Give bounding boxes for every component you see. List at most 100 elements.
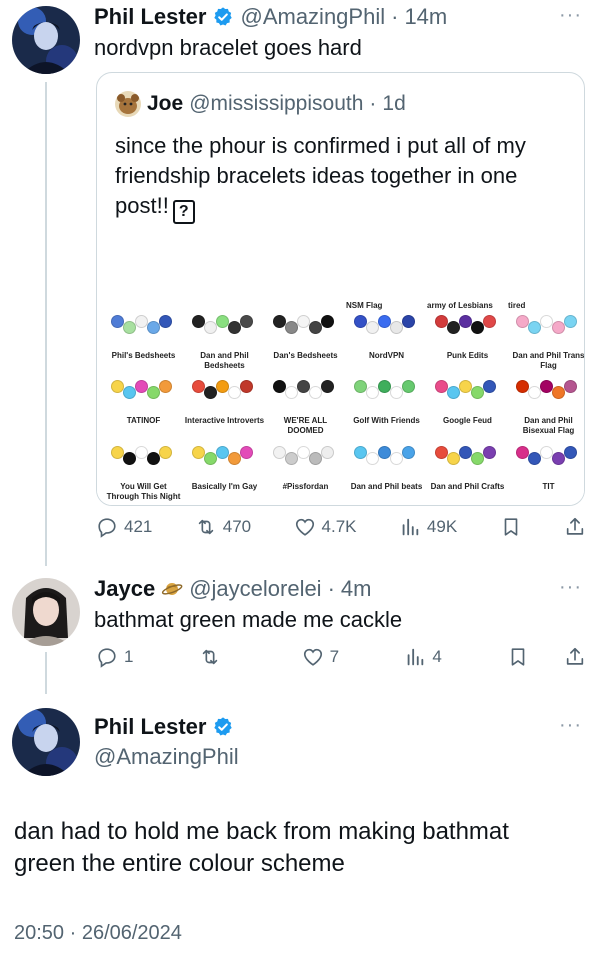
quote-author-name[interactable]: Joe	[147, 92, 183, 116]
bracelet-label: tired	[508, 301, 526, 310]
bead	[390, 452, 403, 465]
reply-button[interactable]: 1	[96, 646, 164, 668]
bead	[447, 321, 460, 334]
tweet-time[interactable]: 4m	[341, 576, 372, 602]
like-button[interactable]: 7	[302, 646, 370, 668]
bracelet-label: army of Lesbians	[427, 301, 493, 310]
bracelet-label: Dan and Phil Bisexual Flag	[522, 416, 575, 435]
bracelet-label: Google Feud	[443, 416, 492, 425]
share-button[interactable]	[564, 516, 586, 538]
bracelet-cell: Dan and Phil Crafts	[427, 444, 508, 505]
author-handle[interactable]: @AmazingPhil	[94, 744, 239, 770]
bead	[471, 321, 484, 334]
quote-time[interactable]: 1d	[382, 92, 405, 116]
bracelet-beads	[273, 446, 338, 466]
bracelet-cell: Dan's Bedsheets	[265, 313, 346, 381]
like-button[interactable]: 4.7K	[294, 516, 357, 538]
bead	[240, 315, 253, 328]
tweet-time[interactable]: 14m	[404, 4, 447, 30]
bracelet-beads	[192, 446, 257, 466]
author-name[interactable]: Phil Lester	[94, 714, 206, 740]
tweet1-header: Phil Lester @AmazingPhil · 14m	[94, 4, 448, 30]
author-name[interactable]: Phil Lester	[94, 4, 206, 30]
bead	[204, 321, 217, 334]
quote-author-handle[interactable]: @mississippisouth	[189, 92, 363, 116]
bracelet-beads	[354, 380, 419, 400]
bookmark-button[interactable]	[500, 516, 522, 538]
verified-badge-icon	[214, 7, 233, 26]
bracelet-beads	[111, 380, 176, 400]
bookmark-icon	[511, 648, 525, 666]
tweet3-handle-row: @AmazingPhil	[94, 744, 239, 770]
bracelet-label: Dan's Bedsheets	[273, 351, 338, 360]
bead	[159, 446, 172, 459]
bracelet-beads	[435, 315, 500, 335]
bracelet-beads	[516, 446, 581, 466]
retweet-icon	[198, 519, 214, 535]
bracelet-beads	[111, 315, 176, 335]
retweet-button[interactable]: 470	[195, 516, 251, 538]
jayce-avatar[interactable]	[12, 578, 80, 646]
tweet-text: bathmat green made me cackle	[94, 607, 403, 632]
bead	[123, 321, 136, 334]
share-icon	[566, 517, 584, 535]
bead	[402, 446, 415, 459]
bead	[483, 380, 496, 393]
bead	[402, 315, 415, 328]
reply-icon	[98, 648, 116, 668]
bead	[228, 386, 241, 399]
bead	[471, 386, 484, 399]
bracelet-label: TIT	[542, 482, 555, 491]
bead	[285, 321, 298, 334]
bookmark-button[interactable]	[507, 646, 529, 668]
bookmark-icon	[504, 518, 517, 536]
bead	[528, 452, 541, 465]
author-name[interactable]: Jayce	[94, 576, 155, 602]
bead	[483, 315, 496, 328]
bead	[159, 315, 172, 328]
more-options-icon[interactable]: ···	[559, 4, 582, 27]
bead	[528, 386, 541, 399]
bead	[309, 452, 322, 465]
joe-avatar	[115, 91, 141, 117]
reply-button[interactable]: 421	[96, 516, 152, 538]
views-button[interactable]: 4	[404, 646, 472, 668]
bracelet-label: Golf With Friends	[353, 416, 420, 425]
bracelet-beads	[516, 315, 581, 335]
bead	[309, 321, 322, 334]
bracelet-beads	[192, 380, 257, 400]
tweet1-actions: 421 470 4.7K 49K	[96, 516, 586, 538]
share-button[interactable]	[564, 646, 586, 668]
phil-avatar[interactable]	[12, 708, 80, 776]
bead	[564, 446, 577, 459]
bead	[204, 452, 217, 465]
verified-badge-icon	[214, 717, 233, 736]
bracelet-label: NordVPN	[368, 351, 405, 360]
bead	[321, 315, 334, 328]
more-options-icon[interactable]: ···	[559, 714, 582, 737]
bead	[240, 380, 253, 393]
bracelet-beads	[354, 315, 419, 335]
bracelet-beads	[435, 380, 500, 400]
bracelet-cell: TATINOF	[103, 378, 184, 446]
bead	[447, 386, 460, 399]
tweet-text: dan had to hold me back from making bath…	[14, 818, 509, 877]
tweet3-header: Phil Lester	[94, 714, 234, 740]
bracelet-cell: Punk Edits	[427, 313, 508, 381]
phil-avatar[interactable]	[12, 6, 80, 74]
more-options-icon[interactable]: ···	[559, 576, 582, 599]
bracelets-image[interactable]: NSM Flag army of Lesbians tired Phil's Beds…	[97, 301, 584, 505]
author-handle[interactable]: @jaycelorelei	[189, 576, 321, 602]
bracelet-label: #Pissfordan	[282, 482, 329, 491]
heart-icon	[295, 518, 314, 536]
retweet-button[interactable]	[199, 646, 267, 668]
quoted-tweet[interactable]: Joe @mississippisouth · 1d since the pho…	[96, 72, 585, 506]
bracelet-cell: Dan and Phil beats	[346, 444, 427, 505]
author-handle[interactable]: @AmazingPhil	[240, 4, 385, 30]
bead	[228, 452, 241, 465]
views-button[interactable]: 49K	[399, 516, 457, 538]
bracelet-label: Dan and Phil Crafts	[430, 482, 505, 491]
tweet-timestamp[interactable]: 20:50 · 26/06/2024	[14, 922, 182, 945]
bracelet-cell: WE'RE ALL DOOMED	[265, 378, 346, 446]
bead	[147, 386, 160, 399]
